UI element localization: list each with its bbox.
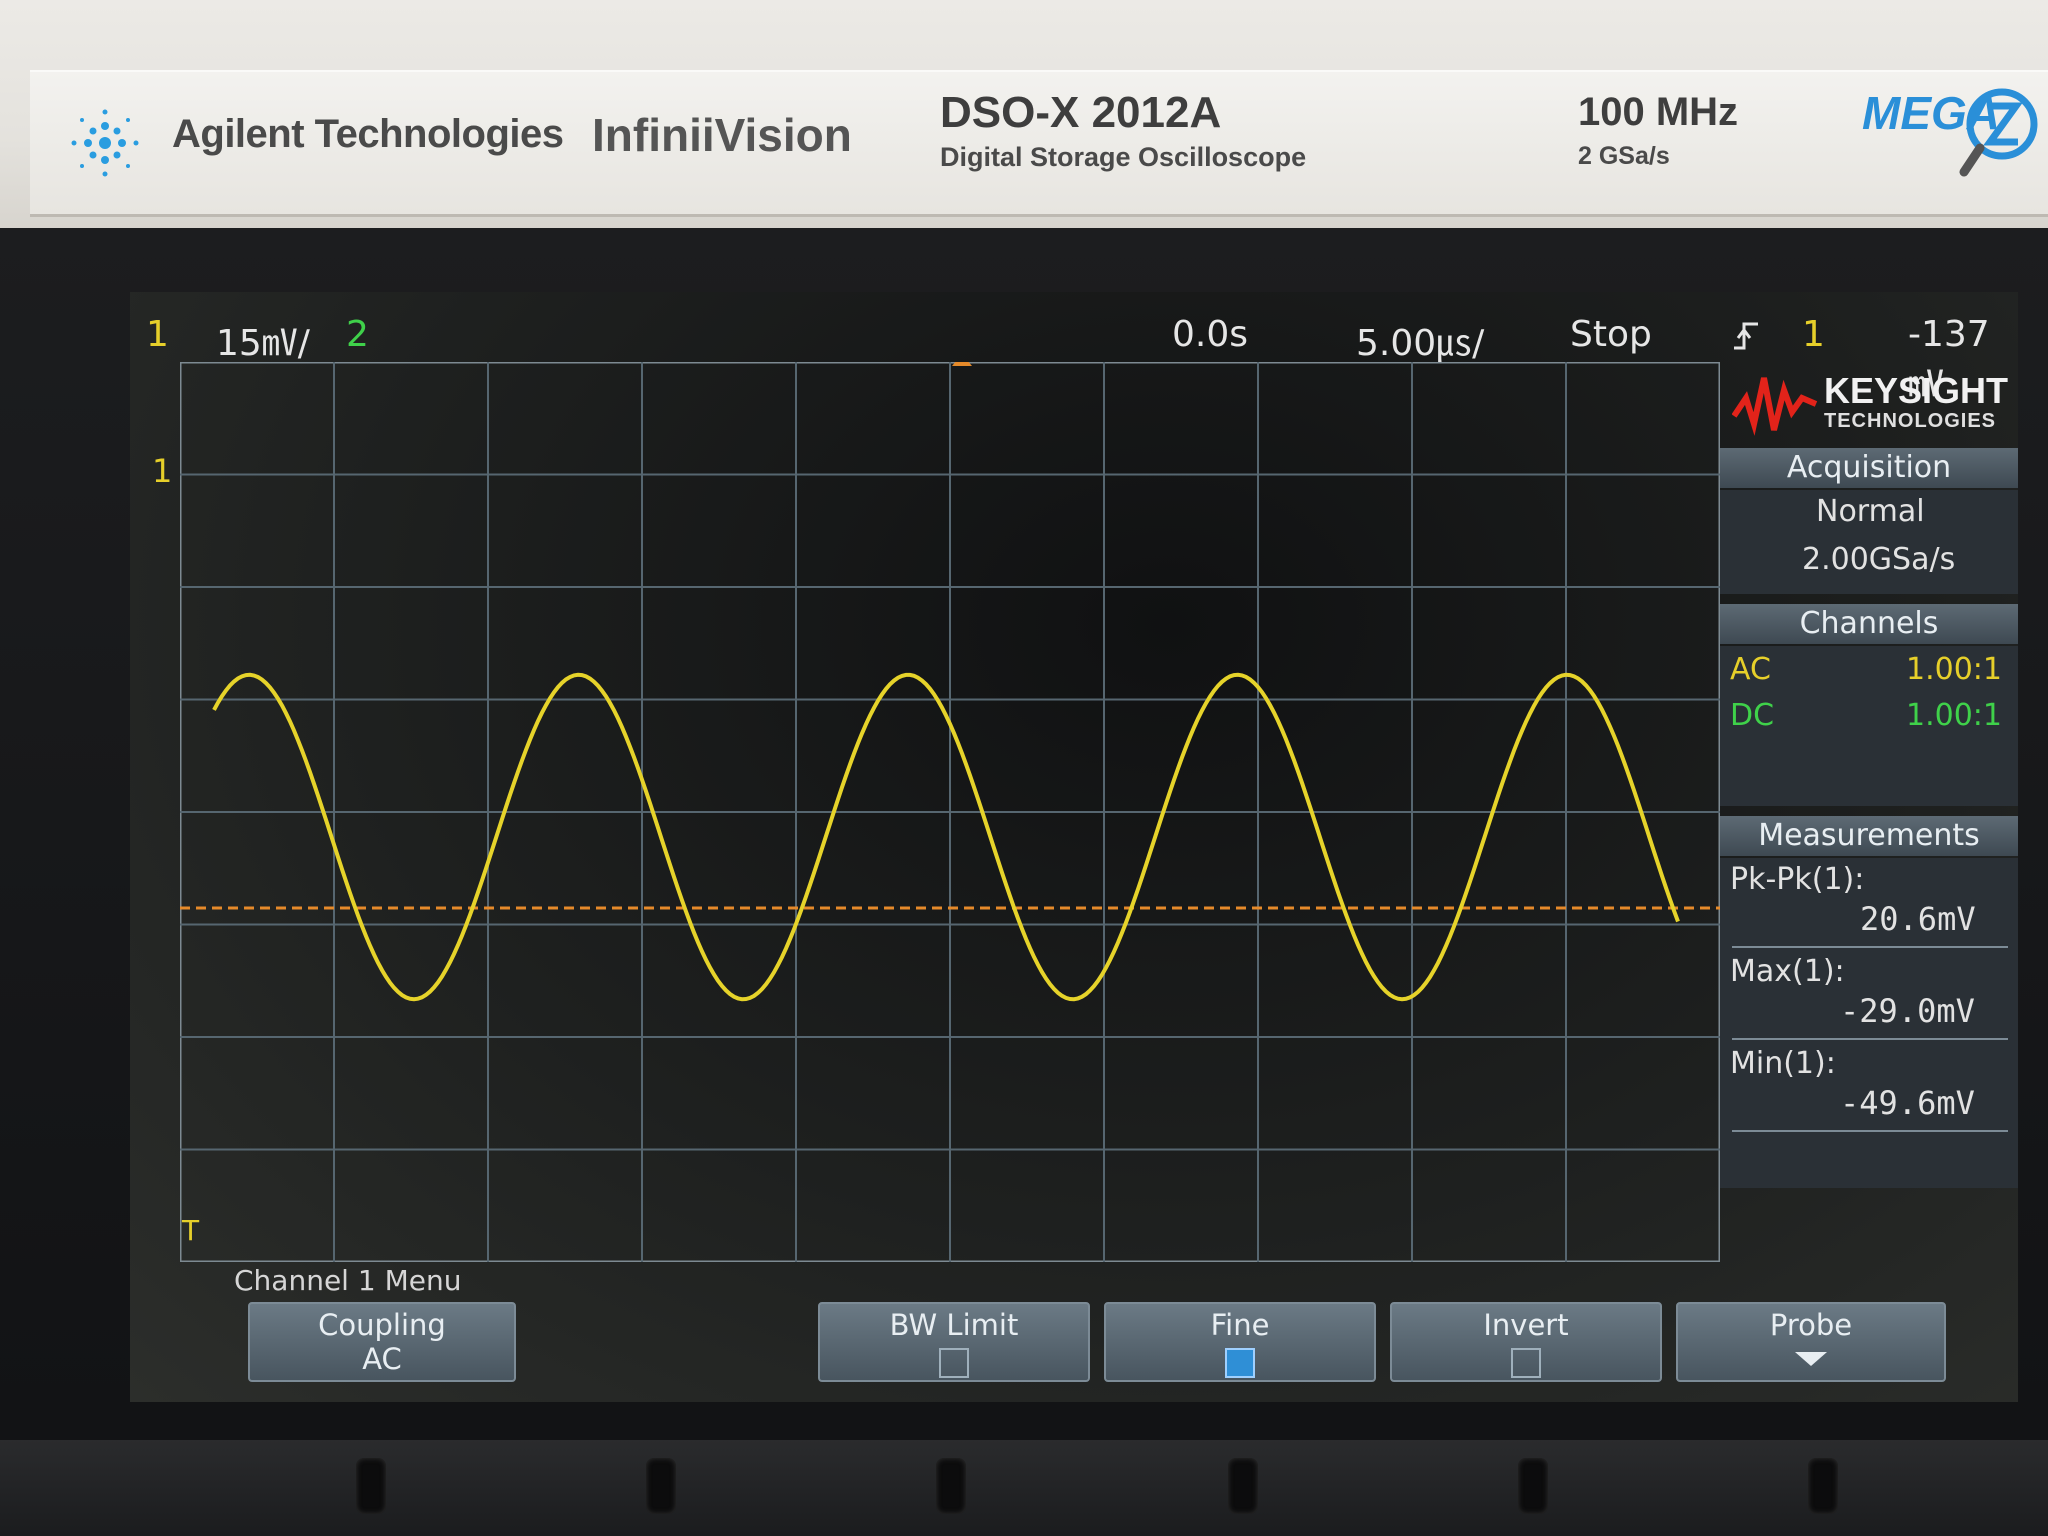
- trigger-position-marker: [952, 362, 972, 366]
- bw-limit-softkey[interactable]: BW Limit: [818, 1302, 1090, 1382]
- softkey-row-bezel: [0, 1440, 2048, 1536]
- series-name: InfiniiVision: [592, 109, 852, 161]
- ch1-indicator[interactable]: 1: [146, 314, 169, 355]
- measurement-label: Pk-Pk(1):: [1730, 862, 1865, 897]
- invert-softkey[interactable]: Invert: [1390, 1302, 1662, 1382]
- coupling-softkey[interactable]: Coupling AC: [248, 1302, 516, 1382]
- channels-header[interactable]: Channels: [1720, 604, 2018, 644]
- chevron-down-icon: [1795, 1352, 1827, 1366]
- trigger-source[interactable]: 1: [1802, 314, 1825, 355]
- run-state[interactable]: Stop: [1570, 314, 1652, 355]
- softkey-button[interactable]: [356, 1458, 386, 1514]
- invert-checkbox[interactable]: [1511, 1348, 1541, 1378]
- agilent-spark-icon: [71, 109, 139, 177]
- time-delay[interactable]: 0.0s: [1172, 314, 1248, 355]
- model-description: Digital Storage Oscilloscope: [940, 142, 1307, 172]
- info-side-panel: KEYSIGHT TECHNOLOGIES Acquisition Normal…: [1720, 358, 2018, 1318]
- divider: [1732, 1130, 2008, 1132]
- measurements-body: Pk-Pk(1): 20.6mV Max(1): -29.0mV Min(1):…: [1720, 858, 2018, 1188]
- brand-name: Agilent Technologies: [172, 112, 564, 156]
- probe-softkey[interactable]: Probe: [1676, 1302, 1946, 1382]
- ch1-coupling: AC: [1730, 652, 1771, 687]
- softkey-label: Invert: [1483, 1308, 1569, 1342]
- ch1-ground-marker[interactable]: 1: [152, 452, 172, 490]
- softkey-label: Probe: [1769, 1308, 1853, 1342]
- keysight-name: KEYSIGHT: [1824, 370, 2009, 411]
- ch1-probe-ratio: 1.00:1: [1906, 652, 2002, 687]
- softkey-button[interactable]: [646, 1458, 676, 1514]
- measurement-label: Min(1):: [1730, 1046, 1836, 1081]
- sample-rate-spec: 2 GSa/s: [1578, 142, 1670, 170]
- measurements-header[interactable]: Measurements: [1720, 816, 2018, 856]
- softkey-button[interactable]: [936, 1458, 966, 1514]
- softkey-label: BW Limit: [889, 1308, 1019, 1342]
- softkey-label: Fine: [1210, 1308, 1270, 1342]
- softkey-button[interactable]: [1228, 1458, 1258, 1514]
- measurement-value: -29.0mV: [1840, 992, 1975, 1030]
- channels-body: AC 1.00:1 DC 1.00:1: [1720, 646, 2018, 806]
- keysight-wave-icon: [1732, 377, 1818, 436]
- keysight-logo: KEYSIGHT TECHNOLOGIES: [1732, 364, 2012, 444]
- trigger-level-marker[interactable]: T: [182, 1214, 199, 1247]
- oscilloscope-screen: 1 15㎷/ 2 0.0s 5.00㎲/ Stop 1 -137㎷ 1 T KE…: [130, 292, 2018, 1402]
- softkey-button[interactable]: [1518, 1458, 1548, 1514]
- ch2-probe-ratio: 1.00:1: [1906, 698, 2002, 733]
- waveform-graticule: [180, 362, 1720, 1262]
- acquisition-rate: 2.00GSa/s: [1802, 542, 1956, 577]
- model-name: DSO-X 2012A: [940, 88, 1222, 137]
- ch1-scale[interactable]: 15㎷/: [216, 314, 310, 366]
- rising-edge-icon: [1734, 322, 1758, 350]
- menu-title: Channel 1 Menu: [234, 1264, 462, 1297]
- measurement-value: 20.6mV: [1860, 900, 1976, 938]
- softkey-label: Coupling: [318, 1308, 446, 1342]
- measurement-label: Max(1):: [1730, 954, 1845, 989]
- acquisition-header[interactable]: Acquisition: [1720, 448, 2018, 488]
- ch1-trace: [212, 672, 1680, 1002]
- megazoom-logo-icon: [1959, 88, 2038, 177]
- oscilloscope-bezel-top: Agilent Technologies InfiniiVision DSO-X…: [0, 0, 2048, 230]
- fine-checkbox[interactable]: [1225, 1348, 1255, 1378]
- softkey-value: AC: [362, 1342, 402, 1376]
- acquisition-mode: Normal: [1816, 494, 1925, 529]
- fine-softkey[interactable]: Fine: [1104, 1302, 1376, 1382]
- bandwidth-spec: 100 MHz: [1578, 90, 1739, 134]
- measurement-value: -49.6mV: [1840, 1084, 1975, 1122]
- keysight-sub: TECHNOLOGIES: [1824, 410, 1997, 432]
- softkey-button[interactable]: [1808, 1458, 1838, 1514]
- divider: [1732, 1038, 2008, 1040]
- ch2-coupling: DC: [1730, 698, 1775, 733]
- acquisition-body: Normal 2.00GSa/s: [1720, 490, 2018, 594]
- time-scale[interactable]: 5.00㎲/: [1356, 314, 1484, 366]
- ch2-indicator[interactable]: 2: [346, 314, 369, 355]
- divider: [1732, 946, 2008, 948]
- status-bar: 1 15㎷/ 2 0.0s 5.00㎲/ Stop 1 -137㎷: [130, 300, 2018, 405]
- bw-limit-checkbox[interactable]: [939, 1348, 969, 1378]
